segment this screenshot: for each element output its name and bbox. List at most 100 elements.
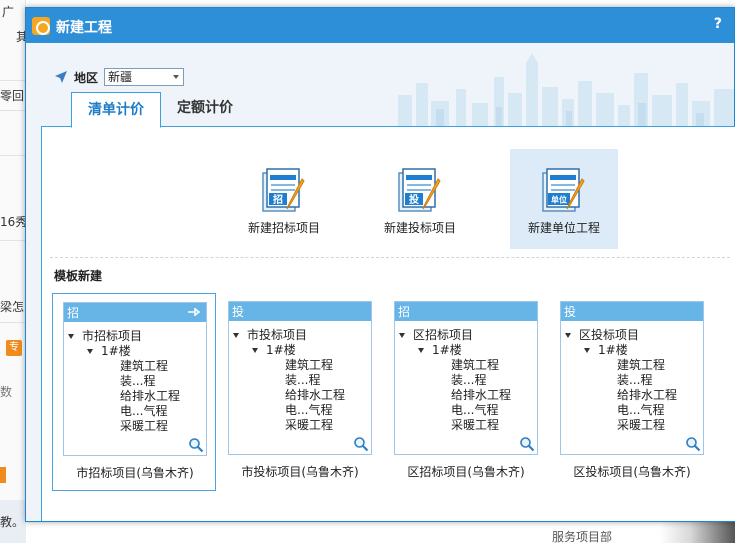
background-text: 零回 <box>0 89 25 103</box>
template-tree: 市招标项目 1#楼 建筑工程 装...程 给排水工程 电...气程 采暖工程 <box>64 329 208 434</box>
tree-leaf: 装...程 <box>285 373 321 387</box>
tree-node-root: 市招标项目 <box>64 329 208 344</box>
tree-node-root: 区招标项目 <box>395 328 539 343</box>
tab-quota-pricing[interactable]: 定额计价 <box>161 91 249 127</box>
magnifier-icon[interactable] <box>353 436 369 452</box>
expand-arrow-icon <box>233 333 239 338</box>
background-text: 数 <box>0 385 13 399</box>
tree-leaf: 给排水工程 <box>617 388 678 402</box>
background-divider <box>0 322 26 323</box>
templates-heading: 模板新建 <box>54 269 103 283</box>
magnifier-icon[interactable] <box>685 436 701 452</box>
magnifier-icon[interactable] <box>188 437 204 453</box>
template-tag: 招 <box>67 306 80 320</box>
template-caption: 区招标项目(乌鲁木齐) <box>407 465 525 479</box>
tree-leaf: 采暖工程 <box>120 419 169 433</box>
section-divider <box>50 257 730 258</box>
button-badge: 投 <box>409 193 419 206</box>
template-card[interactable]: 投 市投标项目 1#楼 建筑工程 装...程 给排水工程 电...气程 采暖工程 <box>218 293 382 491</box>
template-tree: 区投标项目 1#楼 建筑工程 装...程 给排水工程 电...气程 采暖工程 <box>561 328 705 433</box>
background-divider <box>0 155 26 156</box>
button-badge: 单位 <box>551 195 567 205</box>
background-divider <box>0 240 26 241</box>
tab-content-panel: 招 新建招标项目 投 新建投标项目 单位 新建单位工程 模板新建 招 市招标项目… <box>41 126 735 521</box>
template-header: 投 <box>561 302 703 321</box>
region-selector: 地区 新疆 <box>54 67 185 87</box>
region-label: 地区 <box>74 70 99 85</box>
help-button[interactable]: ? <box>714 16 722 32</box>
location-arrow-icon <box>55 71 67 83</box>
new-unit-project-button[interactable]: 单位 新建单位工程 <box>510 149 618 249</box>
tree-leaf: 建筑工程 <box>285 358 334 372</box>
template-caption: 区投标项目(乌鲁木齐) <box>573 465 691 479</box>
template-tag: 招 <box>398 305 411 319</box>
title-bar[interactable]: 新建工程 ? <box>26 8 734 43</box>
template-preview: 招 区招标项目 1#楼 建筑工程 装...程 给排水工程 电...气程 采暖工程 <box>394 301 538 455</box>
tree-node-building: 1#楼 <box>395 343 539 358</box>
background-text: 教。 <box>0 515 25 529</box>
template-header: 投 <box>229 302 371 321</box>
tree-leaf: 采暖工程 <box>451 418 500 432</box>
tree-leaf: 建筑工程 <box>451 358 500 372</box>
background-orange-mark <box>0 467 6 483</box>
new-project-dialog: 新建工程 ? 地区 新疆 清单计价 定额计价 招 新建招标项目 投 新建投标项目… <box>25 7 735 522</box>
magnifier-icon[interactable] <box>519 436 535 452</box>
tree-leaf: 电...气程 <box>451 403 499 417</box>
tree-leaf: 给排水工程 <box>120 389 181 403</box>
template-preview: 投 区投标项目 1#楼 建筑工程 装...程 给排水工程 电...气程 采暖工程 <box>560 301 704 455</box>
expand-arrow-icon <box>399 333 405 338</box>
button-badge: 招 <box>273 193 283 206</box>
button-label: 新建投标项目 <box>383 221 456 235</box>
background-badge: 专 <box>6 340 22 356</box>
template-tree: 区招标项目 1#楼 建筑工程 装...程 给排水工程 电...气程 采暖工程 <box>395 328 539 433</box>
tree-leaf: 建筑工程 <box>617 358 666 372</box>
template-header: 招 <box>64 303 206 322</box>
region-dropdown-value: 新疆 <box>108 70 133 84</box>
template-tag: 投 <box>232 305 245 319</box>
dialog-title: 新建工程 <box>56 20 112 36</box>
tree-leaf: 给排水工程 <box>285 388 346 402</box>
background-text: 服务项目部 <box>552 530 613 543</box>
region-dropdown[interactable]: 新疆 <box>104 68 185 86</box>
template-card[interactable]: 投 区投标项目 1#楼 建筑工程 装...程 给排水工程 电...气程 采暖工程 <box>550 293 714 491</box>
tree-leaf: 采暖工程 <box>285 418 334 432</box>
new-bid-tender-project-button[interactable]: 投 新建投标项目 <box>366 149 474 249</box>
document-pencil-icon: 招 <box>262 168 305 212</box>
new-bid-invite-project-button[interactable]: 招 新建招标项目 <box>230 149 338 249</box>
tree-leaf: 电...气程 <box>120 404 168 418</box>
tree-node-building: 1#楼 <box>64 344 208 359</box>
template-tree: 市投标项目 1#楼 建筑工程 装...程 给排水工程 电...气程 采暖工程 <box>229 328 373 433</box>
tree-node-building: 1#楼 <box>229 343 373 358</box>
chevron-down-icon <box>173 75 180 79</box>
button-label: 新建招标项目 <box>247 221 320 235</box>
expand-arrow-icon <box>68 334 74 339</box>
tree-node-root: 市投标项目 <box>229 328 373 343</box>
pricing-tabs: 清单计价 定额计价 <box>71 91 249 128</box>
tree-leaf: 给排水工程 <box>451 388 512 402</box>
tree-leaf: 装...程 <box>451 373 487 387</box>
tree-leaf: 建筑工程 <box>120 359 169 373</box>
background-text: 广 <box>2 5 15 19</box>
template-header: 招 <box>395 302 537 321</box>
expand-arrow-icon <box>87 349 93 354</box>
template-card[interactable]: 招 区招标项目 1#楼 建筑工程 装...程 给排水工程 电...气程 采暖工程 <box>384 293 548 491</box>
pin-icon[interactable] <box>188 307 200 317</box>
document-pencil-icon: 投 <box>398 168 441 212</box>
template-preview: 投 市投标项目 1#楼 建筑工程 装...程 给排水工程 电...气程 采暖工程 <box>228 301 372 455</box>
background-text: 梁怎 <box>0 300 25 314</box>
button-label: 新建单位工程 <box>527 221 600 235</box>
document-pencil-icon: 单位 <box>542 168 585 212</box>
tree-leaf: 采暖工程 <box>617 418 666 432</box>
template-caption: 市投标项目(乌鲁木齐) <box>241 465 359 479</box>
expand-arrow-icon <box>252 348 258 353</box>
app-logo-icon <box>32 17 50 35</box>
tree-leaf: 电...气程 <box>285 403 333 417</box>
dialog-body: 地区 新疆 清单计价 定额计价 招 新建招标项目 投 新建投标项目 单位 新建单… <box>26 43 735 521</box>
tree-leaf: 电...气程 <box>617 403 665 417</box>
background-divider <box>0 110 26 111</box>
tab-bill-pricing[interactable]: 清单计价 <box>71 92 161 128</box>
template-card[interactable]: 招 市招标项目 1#楼 建筑工程 装...程 给排水工程 电...气程 采暖工程 <box>52 293 216 491</box>
tree-leaf: 装...程 <box>120 374 156 388</box>
background-text: 16秀 <box>0 215 28 229</box>
template-caption: 市招标项目(乌鲁木齐) <box>76 466 194 480</box>
